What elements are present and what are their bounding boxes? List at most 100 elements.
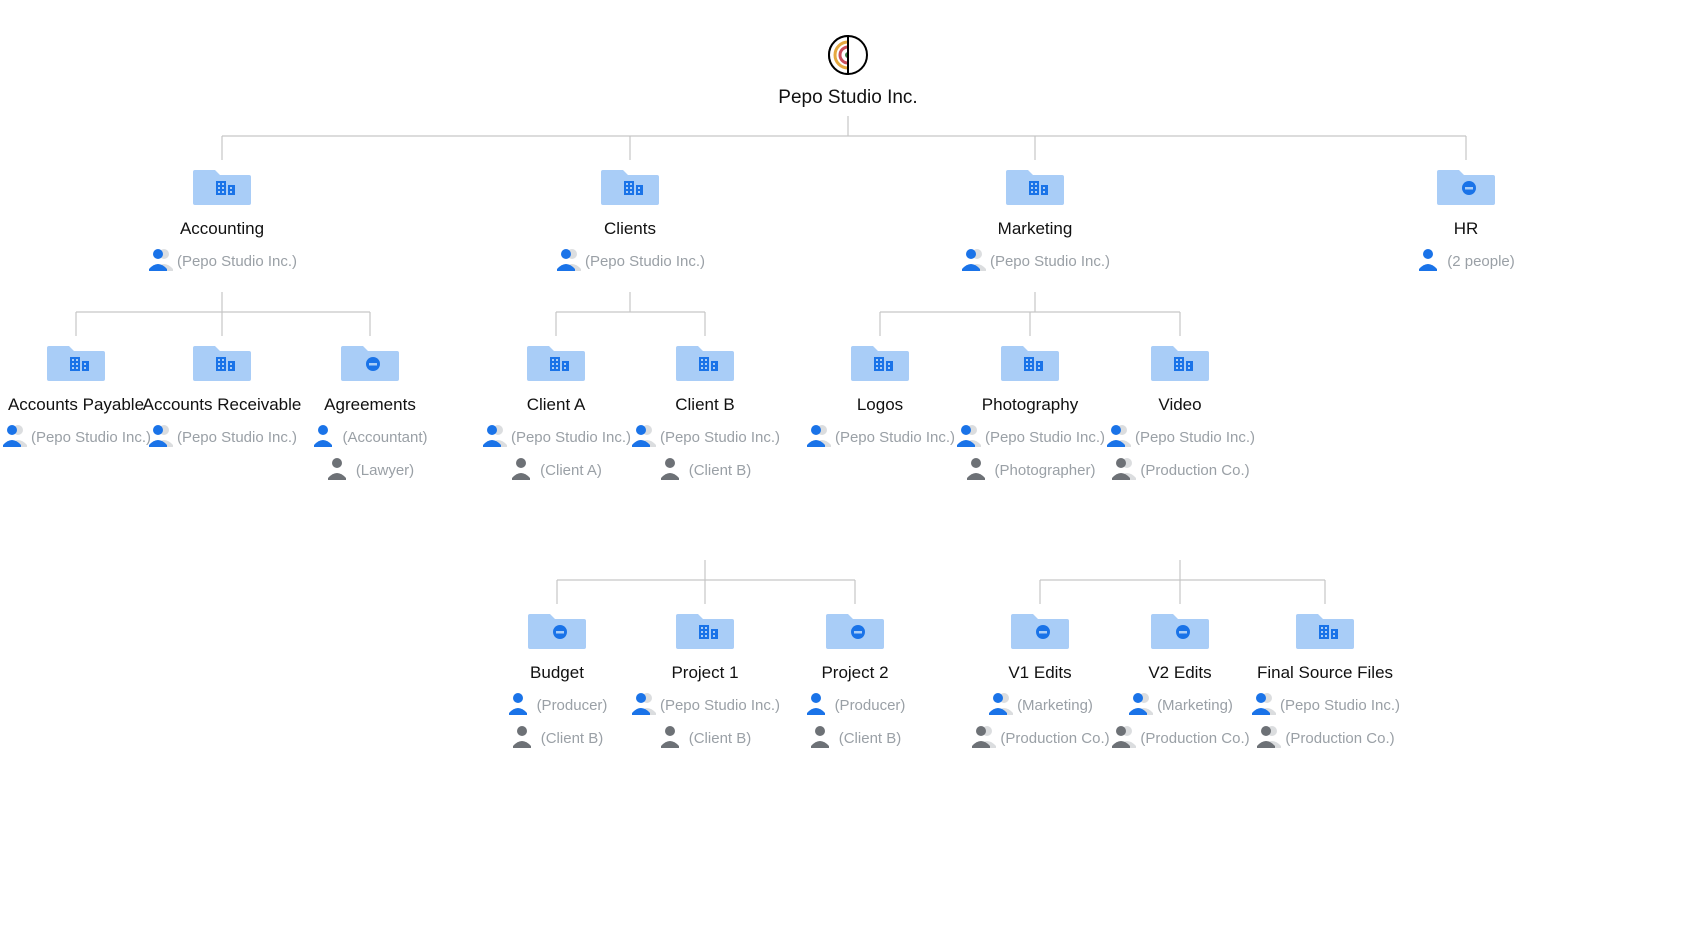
- share-list: (Pepo Studio Inc.) (Client B): [625, 691, 785, 753]
- node-label: Accounting: [142, 219, 302, 239]
- company-logo-icon: [827, 34, 869, 81]
- share-icon: [805, 691, 831, 720]
- share-text: (Client B): [689, 730, 752, 747]
- share-text: (Pepo Studio Inc.): [660, 429, 780, 446]
- folder-icon: [999, 336, 1061, 389]
- folder-icon: [1149, 336, 1211, 389]
- node-video: Video (Pepo Studio Inc.) (Production Co.): [1100, 336, 1260, 485]
- share-text: (Client B): [839, 730, 902, 747]
- share-list: (Pepo Studio Inc.) (Photographer): [950, 423, 1110, 485]
- node-label: Photography: [950, 395, 1110, 415]
- folder-icon: [1435, 160, 1497, 213]
- share-entry: (Producer): [477, 691, 637, 720]
- share-entry: (Accountant): [290, 423, 450, 452]
- share-text: (Production Co.): [1285, 730, 1394, 747]
- share-entry: (Client A): [476, 456, 636, 485]
- share-text: (Pepo Studio Inc.): [177, 429, 297, 446]
- folder-icon: [45, 336, 107, 389]
- node-budget: Budget (Producer) (Client B): [477, 604, 637, 753]
- share-entry: (Production Co.): [960, 724, 1120, 753]
- share-icon: [805, 423, 831, 452]
- folder-icon: [526, 604, 588, 657]
- share-text: (Production Co.): [1000, 730, 1109, 747]
- share-icon: [1255, 724, 1281, 753]
- share-entry: (Pepo Studio Inc.): [955, 247, 1115, 276]
- share-icon: [1105, 423, 1131, 452]
- node-label: Accounts Receivable: [137, 395, 307, 415]
- share-text: (Marketing): [1017, 697, 1093, 714]
- folder-icon: [674, 336, 736, 389]
- node-label: HR: [1386, 219, 1546, 239]
- folder-icon: [191, 336, 253, 389]
- share-icon: [555, 247, 581, 276]
- node-label: Video: [1100, 395, 1260, 415]
- folder-icon: [1004, 160, 1066, 213]
- share-entry: (Pepo Studio Inc.): [625, 691, 785, 720]
- share-icon: [147, 423, 173, 452]
- share-icon: [809, 724, 835, 753]
- share-entry: (Photographer): [950, 456, 1110, 485]
- folder-icon: [339, 336, 401, 389]
- share-entry: (Pepo Studio Inc.): [1100, 423, 1260, 452]
- node-accounting: Accounting (Pepo Studio Inc.): [142, 160, 302, 276]
- share-icon: [955, 423, 981, 452]
- folder-icon: [599, 160, 661, 213]
- root-node: Pepo Studio Inc.: [718, 34, 978, 110]
- share-text: (Pepo Studio Inc.): [985, 429, 1105, 446]
- share-entry: (2 people): [1386, 247, 1546, 276]
- share-icon: [630, 423, 656, 452]
- share-list: (Producer) (Client B): [477, 691, 637, 753]
- share-entry: (Pepo Studio Inc.): [142, 247, 302, 276]
- node-agreements: Agreements(Accountant)(Lawyer): [290, 336, 450, 485]
- node-marketing: Marketing(Pepo Studio Inc.): [955, 160, 1115, 276]
- share-text: (Pepo Studio Inc.): [660, 697, 780, 714]
- share-entry: (Production Co.): [1100, 456, 1260, 485]
- node-hr: HR (2 people): [1386, 160, 1546, 276]
- share-entry: (Pepo Studio Inc.): [800, 423, 960, 452]
- share-icon: [1417, 247, 1443, 276]
- share-text: (Lawyer): [356, 462, 414, 479]
- share-text: (Pepo Studio Inc.): [990, 253, 1110, 270]
- folder-icon: [525, 336, 587, 389]
- share-icon: [1, 423, 27, 452]
- share-icon: [511, 724, 537, 753]
- share-text: (Producer): [537, 697, 608, 714]
- node-project2: Project 2 (Producer)(Client B): [775, 604, 935, 753]
- share-list: (Pepo Studio Inc.) (Client B): [625, 423, 785, 485]
- share-icon: [659, 724, 685, 753]
- share-entry: (Pepo Studio Inc.): [625, 423, 785, 452]
- share-text: (Client B): [689, 462, 752, 479]
- node-photography: Photography (Pepo Studio Inc.) (Photograph…: [950, 336, 1110, 485]
- share-list: (Pepo Studio Inc.): [550, 247, 710, 276]
- folder-icon: [1009, 604, 1071, 657]
- share-entry: (Pepo Studio Inc.): [476, 423, 636, 452]
- share-entry: (Lawyer): [290, 456, 450, 485]
- node-label: Budget: [477, 663, 637, 683]
- node-label: Project 2: [775, 663, 935, 683]
- node-accounts-receivable: Accounts Receivable (Pepo Studio Inc.): [137, 336, 307, 452]
- node-label: Client B: [625, 395, 785, 415]
- share-list: (Producer)(Client B): [775, 691, 935, 753]
- node-label: Clients: [550, 219, 710, 239]
- node-final-source-files: Final Source Files(Pepo Studio Inc.)(Pro…: [1230, 604, 1420, 753]
- node-client-a: Client A(Pepo Studio Inc.)(Client A): [476, 336, 636, 485]
- share-icon: [1250, 691, 1276, 720]
- folder-icon: [674, 604, 736, 657]
- share-list: (Pepo Studio Inc.)(Production Co.): [1230, 691, 1420, 753]
- share-icon: [965, 456, 991, 485]
- share-list: (Marketing) (Production Co.): [960, 691, 1120, 753]
- share-icon: [970, 724, 996, 753]
- share-icon: [659, 456, 685, 485]
- share-icon: [987, 691, 1013, 720]
- share-icon: [1110, 724, 1136, 753]
- folder-icon: [1294, 604, 1356, 657]
- share-text: (Accountant): [342, 429, 427, 446]
- share-icon: [312, 423, 338, 452]
- share-list: (Pepo Studio Inc.): [800, 423, 960, 452]
- node-project1: Project 1(Pepo Studio Inc.)(Client B): [625, 604, 785, 753]
- share-text: (Production Co.): [1140, 462, 1249, 479]
- share-text: (Pepo Studio Inc.): [511, 429, 631, 446]
- folder-icon: [824, 604, 886, 657]
- share-entry: (Client B): [477, 724, 637, 753]
- share-text: (Pepo Studio Inc.): [835, 429, 955, 446]
